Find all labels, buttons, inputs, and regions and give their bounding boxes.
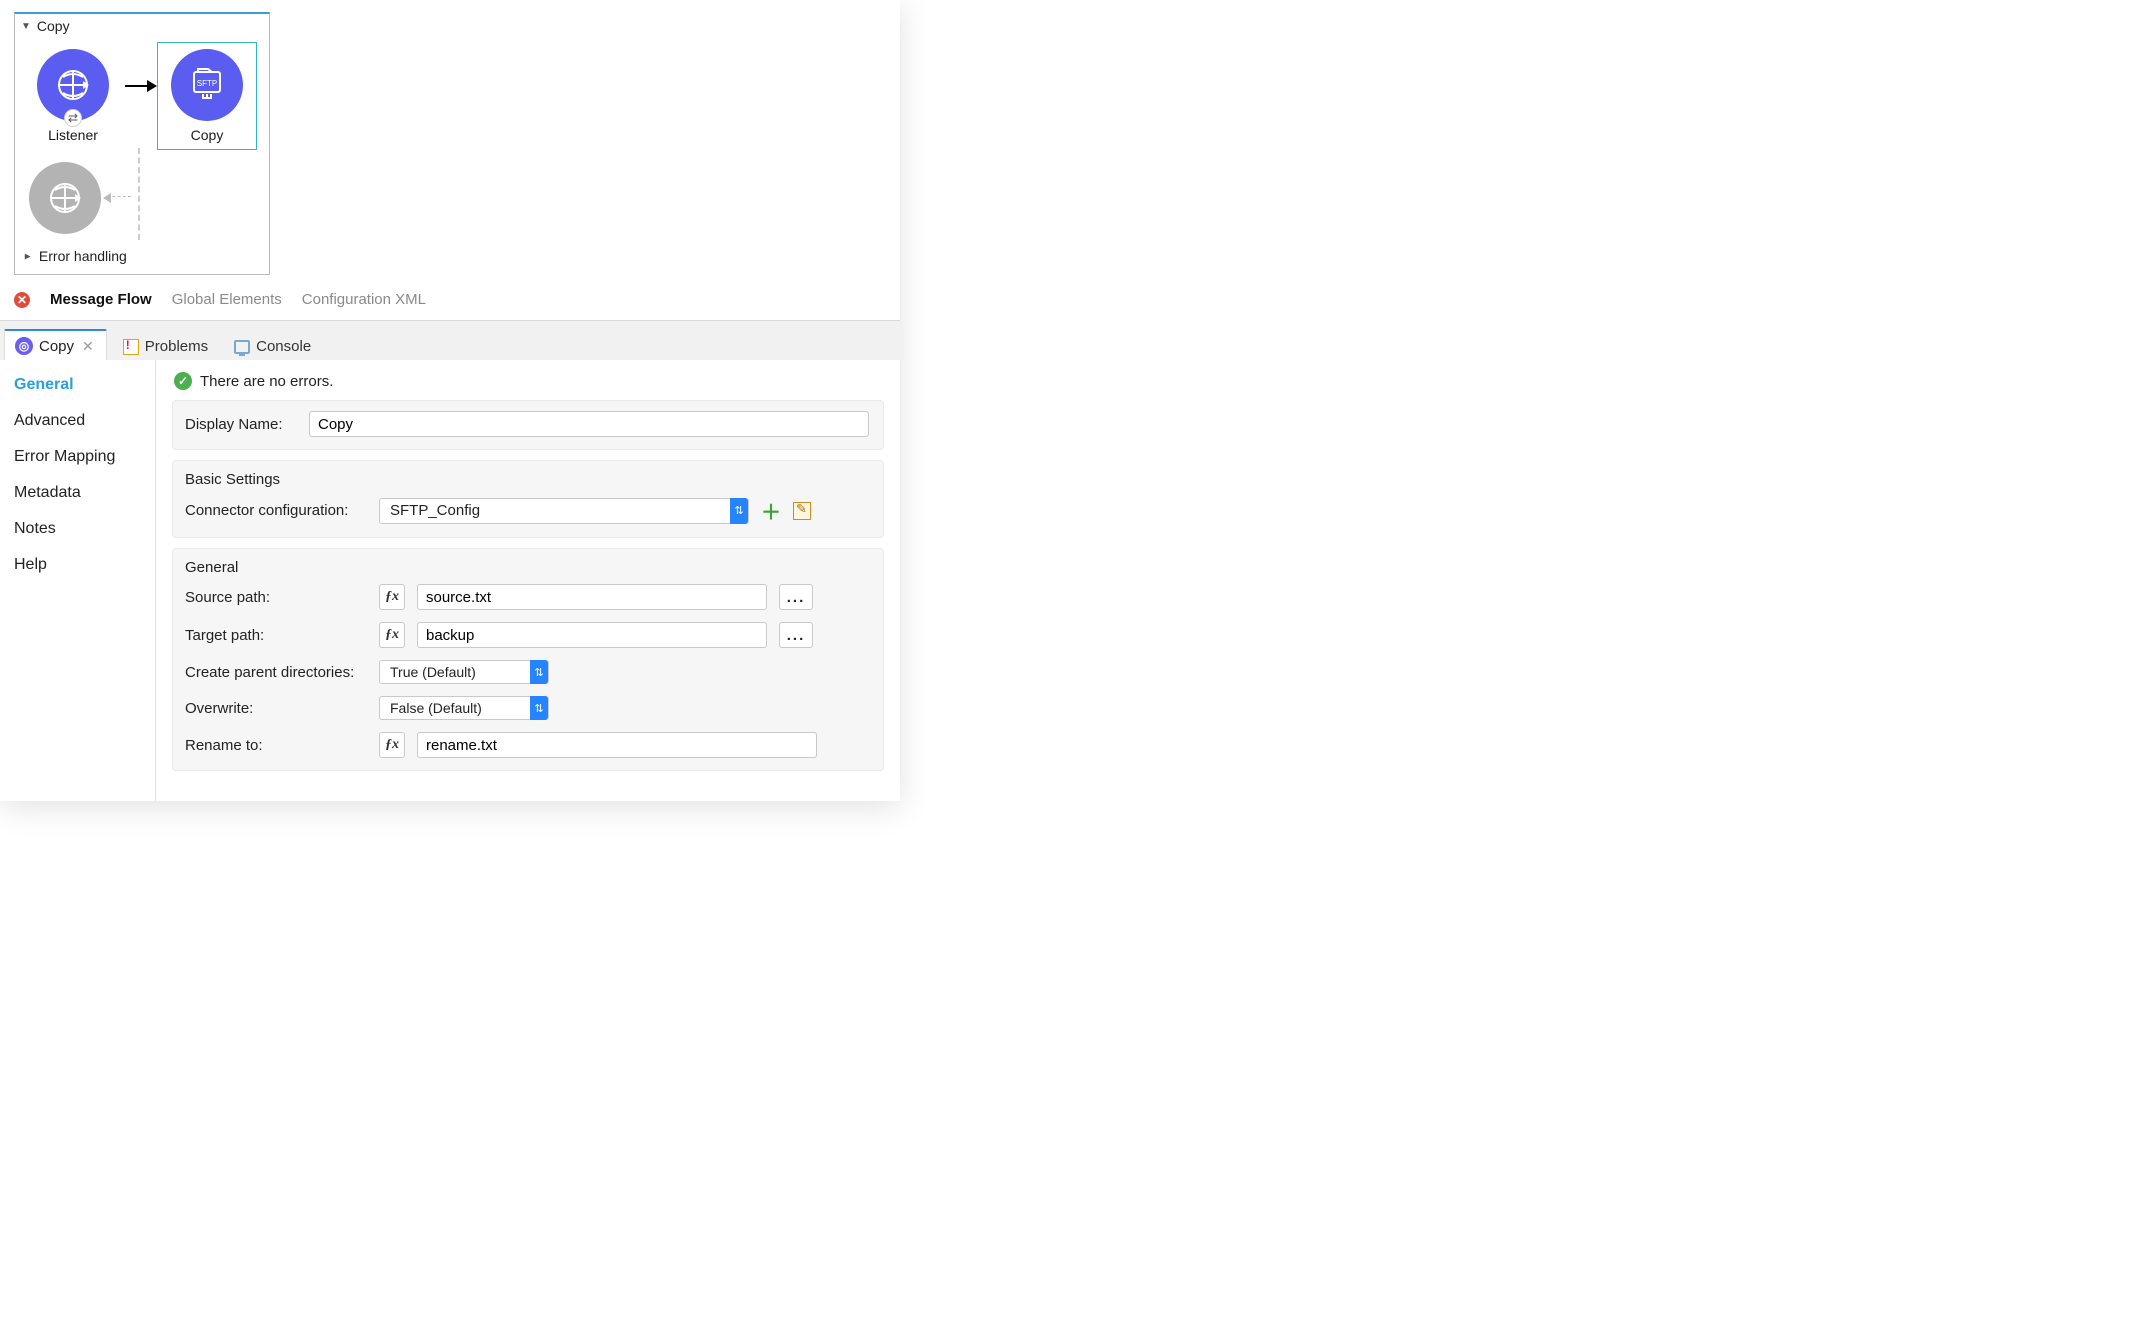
flow-arrow-icon [125,85,155,87]
node-copy-label: Copy [191,127,224,143]
error-handling-label: Error handling [39,248,127,264]
target-path-label: Target path: [185,627,367,644]
flow-container[interactable]: ▼ Copy ⇄ Listener [14,12,270,275]
node-copy[interactable]: SFTP Copy [157,42,257,150]
browse-button-target[interactable]: ... [779,622,813,648]
node-listener-label: Listener [48,127,98,143]
sidebar-item-metadata[interactable]: Metadata [14,484,141,502]
panel-tab-console-label: Console [256,338,311,355]
add-config-button[interactable]: ＋ [761,496,781,525]
sidebar-item-notes[interactable]: Notes [14,520,141,538]
display-name-input[interactable] [309,411,869,437]
error-listener-icon [29,162,101,234]
browse-button-source[interactable]: ... [779,584,813,610]
create-parent-value: True (Default) [390,664,530,680]
sidebar-item-help[interactable]: Help [14,556,141,574]
overwrite-value: False (Default) [390,700,530,716]
create-parent-select[interactable]: True (Default) ⇅ [379,660,549,684]
close-icon[interactable]: ✕ [80,338,96,355]
target-path-input[interactable] [417,622,767,648]
expand-icon: ▼ [22,251,33,261]
panel-tab-problems[interactable]: Problems [113,332,218,360]
edit-config-button[interactable] [793,502,811,520]
panel-tab-copy-label: Copy [39,338,74,355]
flow-title: Copy [37,18,70,34]
create-parent-label: Create parent directories: [185,664,367,681]
status-text: There are no errors. [200,373,333,390]
general-section-title: General [185,559,871,576]
node-error-listener[interactable] [29,162,101,234]
component-icon: ◎ [15,337,33,355]
source-path-input[interactable] [417,584,767,610]
swap-icon: ⇄ [64,109,82,127]
status-bar: ✓ There are no errors. [172,370,884,400]
error-indicator-icon: ✕ [14,292,30,308]
display-name-label: Display Name: [185,416,297,433]
panel-tab-console[interactable]: Console [224,332,321,360]
overwrite-select[interactable]: False (Default) ⇅ [379,696,549,720]
rename-to-label: Rename to: [185,737,367,754]
fx-button-source[interactable]: ƒx [379,584,405,610]
tab-message-flow[interactable]: Message Flow [50,291,152,308]
svg-text:SFTP: SFTP [197,79,217,88]
sftp-copy-icon: SFTP [171,49,243,121]
panel-tab-copy[interactable]: ◎ Copy ✕ [4,329,107,360]
basic-settings-title: Basic Settings [185,471,871,488]
sidebar-item-advanced[interactable]: Advanced [14,412,141,430]
lane-divider-icon [138,148,140,240]
fx-button-target[interactable]: ƒx [379,622,405,648]
dashed-arrow-icon [107,196,131,198]
tab-configuration-xml[interactable]: Configuration XML [302,291,426,308]
chevron-updown-icon: ⇅ [730,498,748,524]
listener-icon: ⇄ [37,49,109,121]
sidebar-item-error-mapping[interactable]: Error Mapping [14,448,141,466]
chevron-updown-icon: ⇅ [530,660,548,684]
problems-icon [123,339,139,355]
error-handling-toggle[interactable]: ▼ Error handling [15,242,269,266]
chevron-updown-icon: ⇅ [530,696,548,720]
collapse-icon: ▼ [21,21,31,32]
rename-to-input[interactable] [417,732,817,758]
connector-config-label: Connector configuration: [185,502,367,519]
sidebar-item-general[interactable]: General [14,376,141,394]
overwrite-label: Overwrite: [185,700,367,717]
connector-config-select[interactable]: SFTP_Config ⇅ [379,498,749,524]
node-listener[interactable]: ⇄ Listener [23,49,123,143]
ok-icon: ✓ [174,372,192,390]
connector-config-value: SFTP_Config [390,502,480,519]
tab-global-elements[interactable]: Global Elements [172,291,282,308]
flow-header[interactable]: ▼ Copy [15,14,269,34]
panel-tab-problems-label: Problems [145,338,208,355]
fx-button-rename[interactable]: ƒx [379,732,405,758]
console-icon [234,340,250,354]
property-side-nav: General Advanced Error Mapping Metadata … [0,360,155,801]
source-path-label: Source path: [185,589,367,606]
